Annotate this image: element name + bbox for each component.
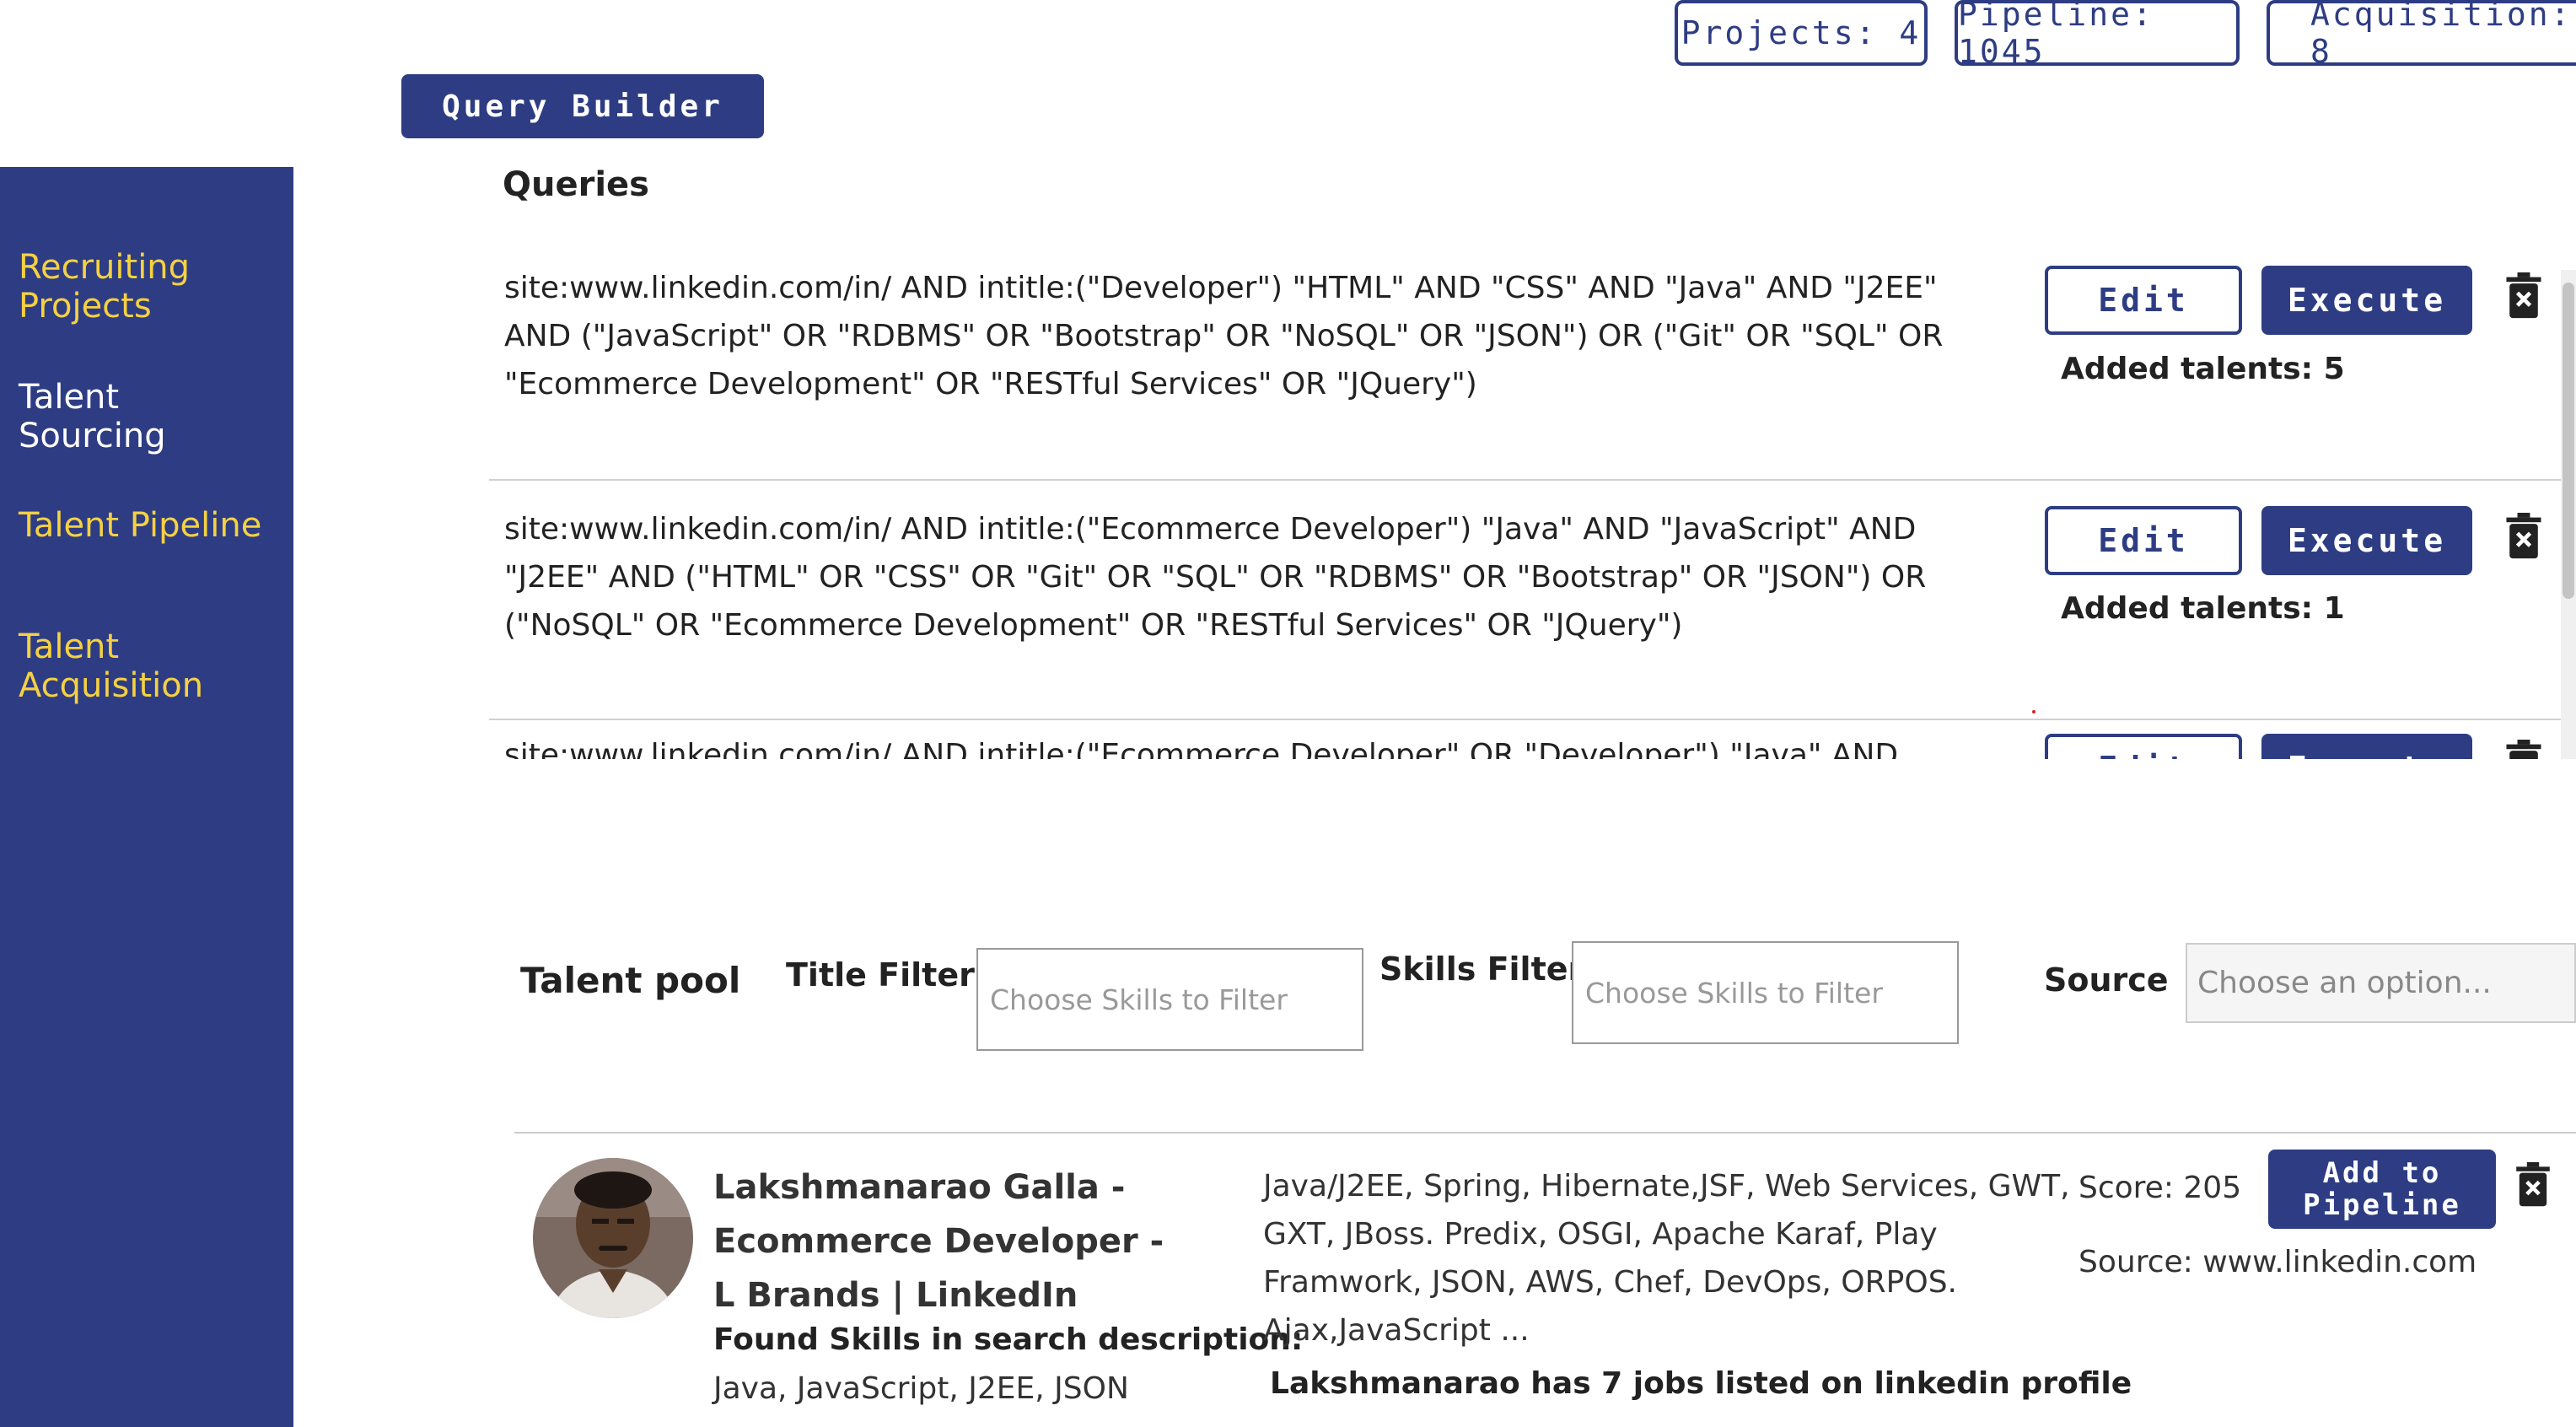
query-text: site:www.linkedin.com/in/ AND intitle:("… xyxy=(504,512,1927,643)
avatar-photo xyxy=(533,1158,693,1318)
found-skills-label: Found Skills in search description: xyxy=(713,1322,1304,1357)
sidebar-item-talent-acquisition[interactable]: Talent Acquisition xyxy=(19,627,203,705)
delete-trash-icon[interactable] xyxy=(2504,513,2543,560)
source-select[interactable]: Choose an option... xyxy=(2186,943,2576,1023)
skills-filter-input[interactable]: Choose Skills to Filter xyxy=(1572,941,1959,1044)
skills-filter-label: Skills Filter xyxy=(1379,950,1584,988)
added-talents-count: Added talents: 5 xyxy=(2061,352,2345,386)
sidebar: Recruiting Projects Talent Sourcing Tale… xyxy=(0,167,293,1427)
candidate-score: Score: 205 xyxy=(2079,1171,2242,1205)
source-select-value: Choose an option... xyxy=(2197,966,2492,1000)
title-filter-label: Title Filter xyxy=(786,956,975,994)
divider xyxy=(489,479,2576,481)
delete-candidate-trash-icon[interactable] xyxy=(2514,1162,2552,1208)
divider xyxy=(514,1132,2576,1134)
candidate-description: Java/J2EE, Spring, Hibernate,JSF, Web Se… xyxy=(1263,1169,2070,1348)
sidebar-item-talent-pipeline[interactable]: Talent Pipeline xyxy=(19,506,261,545)
delete-trash-icon[interactable] xyxy=(2504,272,2543,320)
marker-dot xyxy=(2032,710,2036,714)
query-builder-button[interactable]: Query Builder xyxy=(401,74,764,138)
sidebar-item-recruiting-projects[interactable]: Recruiting Projects xyxy=(19,248,190,326)
candidate-name-link[interactable]: Lakshmanarao Galla - Ecommerce Developer… xyxy=(713,1160,1186,1322)
divider xyxy=(489,719,2576,720)
execute-query-button[interactable]: Execute xyxy=(2261,266,2472,335)
query-text: site:www.linkedin.com/in/ AND intitle:("… xyxy=(504,738,1899,759)
avatar xyxy=(533,1158,693,1318)
query-item: site:www.linkedin.com/in/ AND intitle:("… xyxy=(489,240,2546,479)
projects-count-badge[interactable]: Projects: 4 xyxy=(1675,0,1928,66)
acquisition-count-badge[interactable]: Acquisition: 8 xyxy=(2267,0,2576,70)
talent-pool-title: Talent pool xyxy=(520,960,741,1001)
add-to-pipeline-button[interactable]: Add to Pipeline xyxy=(2268,1150,2496,1229)
found-skills-list: Java, JavaScript, J2EE, JSON xyxy=(713,1371,1129,1406)
sidebar-item-talent-sourcing[interactable]: Talent Sourcing xyxy=(19,378,166,455)
jobs-listed-text: Lakshmanarao has 7 jobs listed on linked… xyxy=(1270,1366,2132,1401)
edit-query-button[interactable]: Edit xyxy=(2045,266,2242,335)
execute-query-button[interactable]: Execute xyxy=(2261,734,2472,759)
title-filter-input[interactable]: Choose Skills to Filter xyxy=(976,948,1363,1051)
source-label: Source xyxy=(2044,961,2169,999)
query-scrollbar-thumb[interactable] xyxy=(2563,283,2574,599)
query-item: site:www.linkedin.com/in/ AND intitle:("… xyxy=(489,479,2576,730)
pipeline-count-badge[interactable]: Pipeline: 1045 xyxy=(1955,0,2240,70)
edit-query-button[interactable]: Edit xyxy=(2045,506,2242,575)
edit-query-button[interactable]: Edit xyxy=(2045,734,2242,759)
candidate-source: Source: www.linkedin.com xyxy=(2079,1245,2477,1279)
query-item: site:www.linkedin.com/in/ AND intitle:("… xyxy=(489,719,2576,759)
added-talents-count: Added talents: 1 xyxy=(2061,591,2345,626)
query-text: site:www.linkedin.com/in/ AND intitle:("… xyxy=(504,271,1944,401)
query-list[interactable]: site:www.linkedin.com/in/ AND intitle:("… xyxy=(489,240,2576,759)
execute-query-button[interactable]: Execute xyxy=(2261,506,2472,575)
delete-trash-icon[interactable] xyxy=(2504,740,2543,759)
queries-heading: Queries xyxy=(503,165,649,204)
